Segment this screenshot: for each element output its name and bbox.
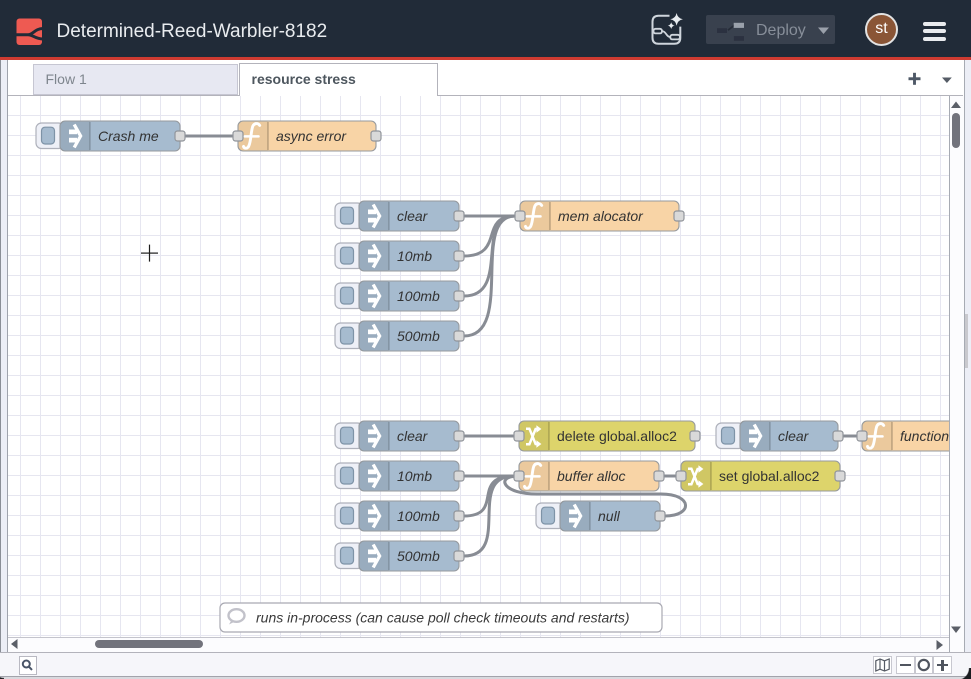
svg-text:10mb: 10mb [397,468,432,484]
svg-text:set global.alloc2: set global.alloc2 [719,468,820,484]
svg-text:delete global.alloc2: delete global.alloc2 [557,428,677,444]
svg-text:clear: clear [397,208,429,224]
svg-text:function: function [900,428,949,444]
svg-text:Crash me: Crash me [98,128,159,144]
svg-text:500mb: 500mb [397,548,440,564]
svg-text:100mb: 100mb [397,288,440,304]
svg-text:null: null [598,508,621,524]
svg-text:clear: clear [778,428,810,444]
svg-text:mem alocator: mem alocator [558,208,644,224]
svg-text:async error: async error [276,128,347,144]
svg-text:clear: clear [397,428,429,444]
svg-text:100mb: 100mb [397,508,440,524]
svg-text:10mb: 10mb [397,248,432,264]
svg-text:runs in-process (can cause pol: runs in-process (can cause poll check ti… [256,610,630,626]
svg-text:buffer alloc: buffer alloc [557,468,625,484]
svg-text:500mb: 500mb [397,328,440,344]
